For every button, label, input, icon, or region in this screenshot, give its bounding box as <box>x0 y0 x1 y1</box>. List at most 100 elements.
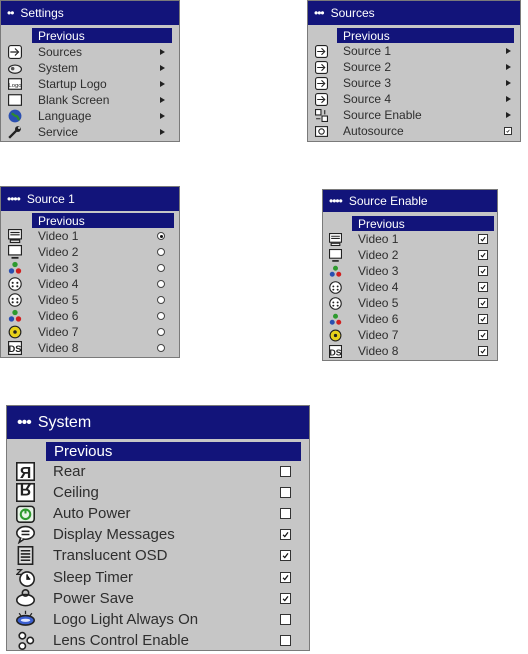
power-save-icon <box>16 588 35 609</box>
source-radio-button[interactable] <box>157 308 165 324</box>
source-radio-button[interactable] <box>157 292 165 308</box>
menu-item-source-4[interactable]: Source 4 <box>308 91 520 107</box>
svg-text:Logo: Logo <box>9 83 22 89</box>
menu-item-language[interactable]: Language <box>1 108 179 124</box>
menu-item-label: Ceiling <box>53 484 99 502</box>
option-checkbox[interactable] <box>280 630 291 651</box>
option-checkbox[interactable] <box>478 295 488 311</box>
menu-item-display-messages[interactable]: Display Messages <box>7 524 309 545</box>
source-enable-previous-button[interactable]: Previous <box>352 216 494 231</box>
menu-item-video-6[interactable]: Video 6 <box>323 311 497 327</box>
menu-item-video-2[interactable]: Video 2 <box>323 247 497 263</box>
option-checkbox[interactable] <box>280 567 291 588</box>
menu-item-label: Source 2 <box>343 60 392 74</box>
menu-item-label: Lens Control Enable <box>53 631 189 649</box>
menu-item-label: Video 7 <box>358 328 399 342</box>
source-radio-button[interactable] <box>157 324 165 340</box>
option-checkbox[interactable] <box>280 609 291 630</box>
menu-item-video-2[interactable]: Video 2 <box>1 244 179 260</box>
system-previous-button[interactable]: Previous <box>46 442 301 461</box>
menu-item-label: Language <box>38 109 92 123</box>
menu-item-label: Video 2 <box>38 245 79 259</box>
menu-item-video-8[interactable]: DS Video 8 <box>1 340 179 356</box>
menu-item-source-1[interactable]: Source 1 <box>308 43 520 59</box>
menu-item-video-3[interactable]: Video 3 <box>1 260 179 276</box>
composite-video-icon <box>8 324 22 340</box>
sources-titlebar: ••• Sources <box>308 1 520 25</box>
menu-item-video-1[interactable]: Video 1 <box>1 228 179 244</box>
option-checkbox[interactable] <box>280 524 291 545</box>
svideo-icon <box>329 295 342 311</box>
menu-item-translucent-osd[interactable]: Translucent OSD <box>7 545 309 566</box>
component-video-icon <box>8 308 22 324</box>
source-enable-titlebar: •••• Source Enable <box>323 190 497 212</box>
menu-item-video-7[interactable]: Video 7 <box>1 324 179 340</box>
menu-item-autosource[interactable]: Autosource <box>308 123 520 139</box>
menu-item-video-5[interactable]: Video 5 <box>323 295 497 311</box>
menu-item-video-4[interactable]: Video 4 <box>323 279 497 295</box>
option-checkbox[interactable] <box>280 503 291 524</box>
menu-item-label: Source 3 <box>343 76 392 90</box>
source-radio-button[interactable] <box>157 228 165 244</box>
menu-item-video-3[interactable]: Video 3 <box>323 263 497 279</box>
option-checkbox[interactable] <box>478 247 488 263</box>
menu-item-label: Video 2 <box>358 248 399 262</box>
menu-item-sleep-timer[interactable]: Sleep Timer <box>7 567 309 588</box>
option-checkbox[interactable] <box>478 279 488 295</box>
option-checkbox[interactable] <box>478 343 488 359</box>
menu-item-ceiling[interactable]: R Ceiling <box>7 482 309 503</box>
startup-logo-icon: Logo <box>8 76 22 92</box>
menu-item-auto-power[interactable]: Auto Power <box>7 503 309 524</box>
blank-screen-icon <box>8 92 22 108</box>
menu-item-source-3[interactable]: Source 3 <box>308 75 520 91</box>
ds-icon: DS <box>8 340 22 356</box>
language-globe-icon <box>8 108 22 124</box>
lens-control-icon <box>16 630 35 651</box>
menu-item-rear[interactable]: R Rear <box>7 461 309 482</box>
menu-item-video-8[interactable]: DS Video 8 <box>323 343 497 359</box>
menu-item-logo-light-always-on[interactable]: Logo Light Always On <box>7 609 309 630</box>
option-checkbox[interactable] <box>504 123 512 139</box>
menu-item-source-enable[interactable]: Source Enable <box>308 107 520 123</box>
option-checkbox[interactable] <box>280 461 291 482</box>
source-radio-button[interactable] <box>157 276 165 292</box>
sources-previous-label: Previous <box>343 28 390 43</box>
menu-item-sources[interactable]: Sources <box>1 44 179 60</box>
submenu-arrow-icon <box>504 75 512 91</box>
option-checkbox[interactable] <box>478 327 488 343</box>
menu-item-service[interactable]: Service <box>1 124 179 140</box>
menu-item-video-4[interactable]: Video 4 <box>1 276 179 292</box>
svg-text:DS: DS <box>9 344 22 354</box>
source-radio-button[interactable] <box>157 244 165 260</box>
menu-item-label: Source 1 <box>343 44 392 58</box>
source-radio-button[interactable] <box>157 340 165 356</box>
menu-item-source-2[interactable]: Source 2 <box>308 59 520 75</box>
submenu-arrow-icon <box>158 60 166 76</box>
option-checkbox[interactable] <box>478 263 488 279</box>
menu-item-startup-logo[interactable]: Logo Startup Logo <box>1 76 179 92</box>
menu-item-system[interactable]: System <box>1 60 179 76</box>
system-titlebar: ••• System <box>7 406 309 439</box>
menu-item-video-6[interactable]: Video 6 <box>1 308 179 324</box>
option-checkbox[interactable] <box>280 482 291 503</box>
submenu-arrow-icon <box>158 44 166 60</box>
source-radio-button[interactable] <box>157 260 165 276</box>
menu-item-power-save[interactable]: Power Save <box>7 588 309 609</box>
monitor-icon <box>329 247 342 263</box>
menu-item-label: Power Save <box>53 589 134 607</box>
option-checkbox[interactable] <box>280 545 291 566</box>
menu-item-video-1[interactable]: Video 1 <box>323 231 497 247</box>
option-checkbox[interactable] <box>280 588 291 609</box>
source-enable-previous-label: Previous <box>358 216 405 231</box>
menu-item-label: Source Enable <box>343 108 422 122</box>
option-checkbox[interactable] <box>478 231 488 247</box>
settings-previous-button[interactable]: Previous <box>32 28 172 43</box>
menu-item-label: Video 6 <box>38 309 79 323</box>
menu-item-video-7[interactable]: Video 7 <box>323 327 497 343</box>
menu-item-blank-screen[interactable]: Blank Screen <box>1 92 179 108</box>
menu-item-video-5[interactable]: Video 5 <box>1 292 179 308</box>
menu-item-lens-control-enable[interactable]: Lens Control Enable <box>7 630 309 651</box>
source1-previous-button[interactable]: Previous <box>32 213 174 228</box>
option-checkbox[interactable] <box>478 311 488 327</box>
sources-previous-button[interactable]: Previous <box>337 28 514 43</box>
